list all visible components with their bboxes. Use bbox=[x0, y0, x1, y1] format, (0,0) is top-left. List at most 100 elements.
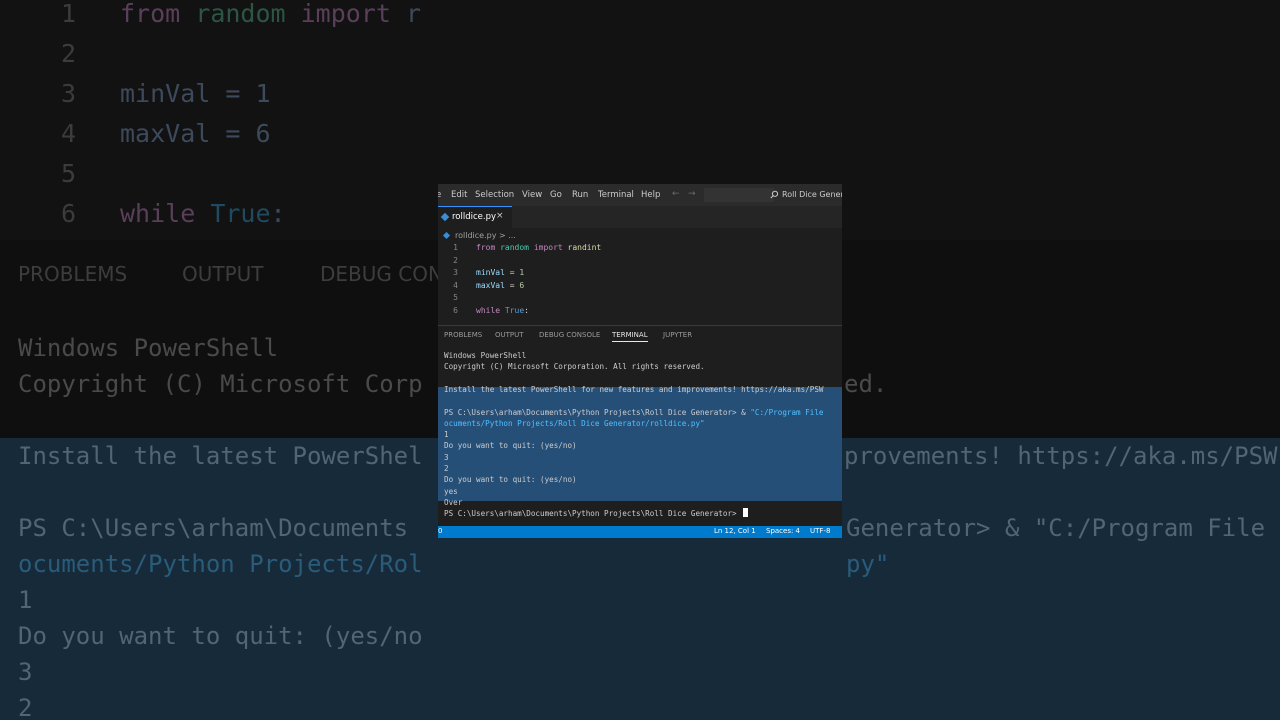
tab-terminal[interactable]: TERMINAL bbox=[612, 331, 648, 342]
code-line: 4 maxVal = 6 bbox=[438, 280, 842, 292]
terminal-text: 2 bbox=[444, 464, 449, 473]
background-terminal-line: 3 bbox=[18, 658, 33, 686]
tab-jupyter[interactable]: JUPYTER bbox=[663, 331, 692, 339]
terminal-path-link[interactable]: "C:/Program File bbox=[750, 408, 823, 417]
terminal-line: Windows PowerShell bbox=[444, 350, 526, 361]
status-indentation[interactable]: Spaces: 4 bbox=[766, 527, 800, 535]
background-tab-output: OUTPUT bbox=[182, 262, 264, 286]
background-terminal-line: Install the latest PowerShel bbox=[18, 442, 423, 470]
menu-terminal[interactable]: Terminal bbox=[598, 190, 634, 200]
code-text: maxVal = 6 bbox=[476, 280, 524, 292]
menu-file-partial[interactable]: e bbox=[438, 190, 441, 200]
line-number: 4 bbox=[453, 280, 458, 290]
tab-problems[interactable]: PROBLEMS bbox=[444, 331, 482, 339]
terminal-line: 1 bbox=[444, 429, 449, 440]
code-token: 1 bbox=[519, 268, 525, 277]
code-line: 3 minVal = 1 bbox=[438, 267, 842, 279]
code-token: import bbox=[533, 243, 568, 252]
background-line-number: 3 bbox=[60, 79, 76, 108]
code-line: 2 bbox=[438, 255, 842, 267]
terminal-text: PS C:\Users\arham\Documents\Python Proje… bbox=[444, 509, 742, 519]
background-code-line: 4 maxVal = 6 bbox=[0, 114, 1280, 154]
close-icon[interactable]: × bbox=[496, 211, 504, 221]
background-code-line: 3 minVal = 1 bbox=[0, 74, 1280, 114]
menu-run[interactable]: Run bbox=[572, 190, 588, 200]
background-terminal-fragment: Generator> & "C:/Program File bbox=[846, 514, 1266, 542]
terminal-text: 3 bbox=[444, 452, 449, 462]
terminal-text: Over bbox=[444, 497, 463, 507]
background-terminal-fragment: ed. bbox=[844, 370, 888, 398]
code-token: = bbox=[504, 268, 520, 277]
background-code-text: from random import r bbox=[120, 0, 421, 34]
background-code-token: maxVal = 6 bbox=[120, 119, 271, 148]
terminal-line: Install the latest PowerShell for new fe… bbox=[444, 384, 823, 395]
code-token: : bbox=[524, 305, 529, 315]
code-line: 1 from random import randint bbox=[438, 242, 842, 254]
background-line-number: 2 bbox=[60, 39, 76, 68]
breadcrumb-text: rolldice.py > ... bbox=[455, 231, 516, 240]
background-code-token: while bbox=[120, 199, 211, 228]
terminal-text: yes bbox=[444, 486, 458, 496]
terminal-line: PS C:\Users\arham\Documents\Python Proje… bbox=[444, 508, 749, 519]
menu-go[interactable]: Go bbox=[550, 190, 562, 200]
window-title: Roll Dice Generat bbox=[782, 190, 842, 199]
terminal[interactable]: Windows PowerShell Copyright (C) Microsof… bbox=[438, 350, 842, 526]
background-code-token: r bbox=[405, 0, 422, 28]
line-number: 1 bbox=[453, 243, 458, 252]
code-token: from bbox=[476, 243, 501, 252]
background-line-number: 1 bbox=[60, 0, 76, 28]
python-file-icon bbox=[442, 231, 451, 240]
code-editor[interactable]: 1 from random import randint 2 3 minVal = 14… bbox=[438, 242, 842, 322]
background-code-line: 2 bbox=[0, 34, 1280, 74]
background-terminal-line: Copyright (C) Microsoft Corp bbox=[18, 370, 423, 398]
tab-rolldice[interactable]: rolldice.py × bbox=[438, 206, 512, 228]
status-encoding[interactable]: UTF-8 bbox=[810, 527, 830, 535]
menu-view[interactable]: View bbox=[522, 190, 542, 200]
background-code-token: random bbox=[195, 0, 301, 28]
terminal-path-link[interactable]: ocuments/Python Projects/Roll Dice Gener… bbox=[444, 419, 705, 428]
terminal-line: ocuments/Python Projects/Roll Dice Gener… bbox=[444, 418, 705, 429]
terminal-text: PS C:\Users\arham\Documents\Python Proje… bbox=[444, 407, 751, 417]
background-terminal-fragment: provements! https://aka.ms/PSW bbox=[844, 442, 1278, 470]
code-token: randint bbox=[567, 243, 602, 252]
line-number: 5 bbox=[453, 293, 458, 302]
background-terminal-line: PS C:\Users\arham\Documents bbox=[18, 514, 409, 542]
background-code-text: while True: bbox=[120, 194, 286, 234]
background-code-token: from bbox=[120, 0, 196, 28]
background-terminal-line: Do you want to quit: (yes/no bbox=[18, 622, 423, 650]
breadcrumb[interactable]: rolldice.py > ... bbox=[442, 231, 516, 240]
code-line: 5 bbox=[438, 292, 842, 304]
code-line: 6 while True: bbox=[438, 305, 842, 317]
terminal-line: Copyright (C) Microsoft Corporation. All… bbox=[444, 361, 705, 372]
terminal-line: PS C:\Users\arham\Documents\Python Proje… bbox=[444, 407, 823, 418]
terminal-text: Do you want to quit: (yes/no) bbox=[444, 441, 577, 451]
background-tab-problems: PROBLEMS bbox=[18, 262, 128, 286]
terminal-text: Windows PowerShell bbox=[444, 351, 527, 360]
menu-bar: e Edit Selection View Go Run Terminal He… bbox=[438, 184, 842, 206]
arrow-right-icon[interactable]: → bbox=[688, 189, 696, 199]
code-text: while True: bbox=[476, 305, 529, 317]
bottom-panel: PROBLEMS OUTPUT DEBUG CONSOLE TERMINAL J… bbox=[438, 325, 842, 526]
status-bar: 0 Ln 12, Col 1 Spaces: 4 UTF-8 bbox=[438, 526, 842, 538]
terminal-line: Do you want to quit: (yes/no) bbox=[444, 440, 577, 451]
status-cursor-position[interactable]: Ln 12, Col 1 bbox=[714, 527, 756, 535]
command-center-search[interactable] bbox=[704, 188, 774, 202]
menu-edit[interactable]: Edit bbox=[451, 190, 467, 200]
status-left[interactable]: 0 bbox=[438, 527, 442, 535]
tab-label: rolldice.py bbox=[452, 212, 497, 222]
tab-output[interactable]: OUTPUT bbox=[495, 331, 524, 339]
terminal-text: Install the latest PowerShell for new fe… bbox=[444, 384, 824, 394]
background-code-text: minVal = 1 bbox=[120, 74, 271, 114]
terminal-line: yes bbox=[444, 486, 458, 497]
code-token: True bbox=[504, 305, 525, 315]
menu-help[interactable]: Help bbox=[641, 190, 660, 200]
background-code-line: 1 from random import r bbox=[0, 0, 1280, 34]
tab-debug-console[interactable]: DEBUG CONSOLE bbox=[539, 331, 600, 339]
arrow-left-icon[interactable]: ← bbox=[672, 189, 680, 199]
terminal-text: Do you want to quit: (yes/no) bbox=[444, 475, 577, 485]
background-code-token: minVal = 1 bbox=[120, 79, 271, 108]
menu-selection[interactable]: Selection bbox=[475, 190, 514, 200]
search-icon bbox=[770, 190, 779, 199]
code-token: = bbox=[504, 280, 520, 290]
background-line-number: 4 bbox=[60, 119, 76, 148]
